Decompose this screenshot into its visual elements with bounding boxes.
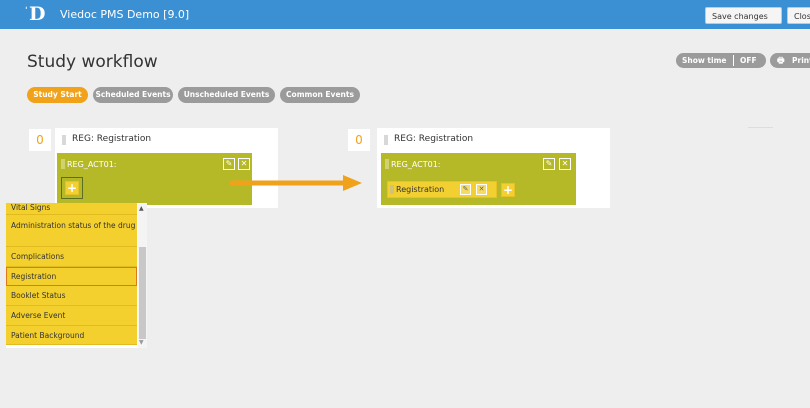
activity-drag-handle-icon[interactable] <box>385 159 389 169</box>
scroll-thumb[interactable] <box>139 247 146 339</box>
close-icon[interactable]: ✕ <box>238 158 250 170</box>
dropdown-item[interactable]: Patient Background <box>6 326 137 345</box>
form-chip-label: Registration <box>396 185 445 194</box>
app-title: Viedoc PMS Demo [9.0] <box>60 8 190 21</box>
close-button[interactable]: Close <box>787 7 810 24</box>
close-icon[interactable]: ✕ <box>476 184 487 195</box>
print-icon: 🖶 <box>777 56 785 65</box>
divider <box>748 127 773 128</box>
edit-icon[interactable]: ✎ <box>460 184 471 195</box>
drag-handle-icon[interactable] <box>384 135 388 145</box>
form-drag-handle-icon[interactable] <box>390 185 394 194</box>
dropdown-item[interactable]: Booklet Status <box>6 286 137 306</box>
close-icon[interactable]: ✕ <box>559 158 571 170</box>
event-count-right: 0 <box>348 129 370 151</box>
tab-scheduled-events[interactable]: Scheduled Events <box>93 87 173 103</box>
drag-handle-icon[interactable] <box>62 135 66 145</box>
activity-drag-handle-icon[interactable] <box>61 159 65 169</box>
print-label: Print <box>792 56 810 65</box>
scroll-up-icon[interactable]: ▲ <box>139 205 144 212</box>
print-button[interactable]: 🖶 Print <box>770 53 810 68</box>
viedoc-logo: ˈ D <box>25 3 46 25</box>
save-changes-button[interactable]: Save changes <box>705 7 782 24</box>
add-form-button[interactable]: + <box>501 183 515 197</box>
tab-unscheduled-events[interactable]: Unscheduled Events <box>178 87 275 103</box>
edit-icon[interactable]: ✎ <box>543 158 555 170</box>
top-bar: ˈ D Viedoc PMS Demo [9.0] Save changes C… <box>0 0 810 29</box>
event-title-left: REG: Registration <box>72 134 152 144</box>
form-chip-registration[interactable]: Registration ✎ ✕ <box>387 181 497 198</box>
activity-title-left: REG_ACT01: <box>67 160 117 169</box>
dropdown-item[interactable]: Administration status of the drug <box>6 215 137 247</box>
event-title-right: REG: Registration <box>394 134 474 144</box>
dropdown-item[interactable]: Adverse Event <box>6 306 137 326</box>
edit-icon[interactable]: ✎ <box>223 158 235 170</box>
add-form-button[interactable]: + <box>65 181 79 195</box>
dropdown-item[interactable]: Complications <box>6 247 137 267</box>
tab-study-start[interactable]: Study Start <box>27 87 88 103</box>
dropdown-item-selected[interactable]: Registration <box>6 267 137 286</box>
show-time-label: Show time <box>682 56 727 65</box>
tab-common-events[interactable]: Common Events <box>280 87 360 103</box>
scroll-down-icon[interactable]: ▼ <box>139 339 144 346</box>
page-title: Study workflow <box>27 52 158 72</box>
event-card-left[interactable]: REG: Registration REG_ACT01: ✎ ✕ + <box>55 128 278 208</box>
show-time-toggle[interactable]: Show time OFF <box>676 53 766 68</box>
arrow-head <box>343 175 362 191</box>
activity-right[interactable]: REG_ACT01: ✎ ✕ Registration ✎ ✕ + <box>381 153 576 205</box>
dropdown-scrollbar[interactable]: ▲ ▼ <box>138 203 147 348</box>
activity-left[interactable]: REG_ACT01: ✎ ✕ + <box>57 153 252 205</box>
toggle-divider <box>733 55 734 66</box>
activity-title-right: REG_ACT01: <box>391 160 441 169</box>
show-time-value: OFF <box>740 56 757 65</box>
event-card-right[interactable]: REG: Registration REG_ACT01: ✎ ✕ Registr… <box>377 128 610 208</box>
event-count-left: 0 <box>29 129 51 151</box>
form-dropdown[interactable]: Vital Signs Administration status of the… <box>6 203 147 348</box>
dropdown-item[interactable]: Vital Signs <box>6 203 137 215</box>
